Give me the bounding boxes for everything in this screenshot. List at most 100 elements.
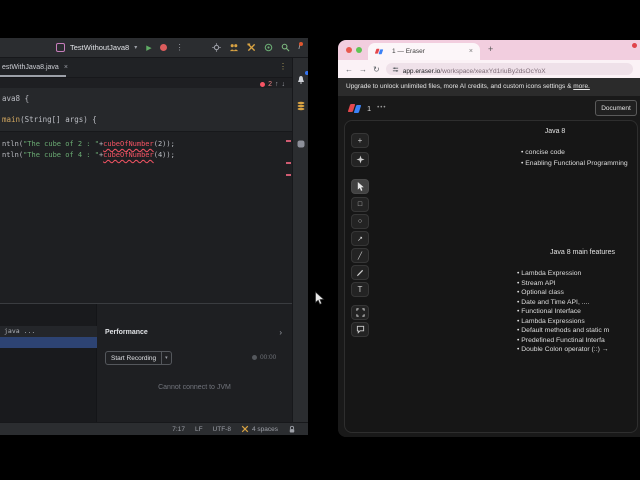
comment-bubble-icon [356, 325, 364, 334]
file-encoding[interactable]: UTF-8 [213, 426, 231, 433]
tab-close-icon[interactable]: × [64, 64, 68, 71]
canvas-bullet-list[interactable]: • concise code • Enabling Functional Pro… [521, 148, 628, 170]
sparkle-icon [355, 155, 365, 164]
text-tool-button[interactable]: T [351, 282, 369, 297]
list-item: • Default methods and static m [517, 327, 610, 334]
build-tools-icon[interactable] [247, 43, 256, 52]
select-tool-button[interactable] [351, 179, 369, 194]
plugin-icon[interactable] [264, 43, 273, 52]
forward-button[interactable]: → [359, 65, 367, 74]
right-toolwindow-stripe [292, 58, 308, 422]
eraser-header: 1 ••• Document [338, 96, 640, 120]
add-tool-button[interactable]: + [351, 133, 369, 148]
new-tab-button[interactable]: + [488, 44, 493, 54]
stop-button[interactable] [159, 44, 167, 51]
close-window-button[interactable] [346, 47, 352, 53]
screen: TestWithoutJava8 ▾ ▶ ⋮ i estWithJava8.ja… [0, 0, 640, 480]
pen-icon [356, 269, 363, 277]
ai-tool-button[interactable] [351, 152, 369, 167]
address-bar[interactable]: app.eraser.io/workspace/xeaxYd1riuBy2dsO… [385, 63, 633, 75]
settings-gear-icon[interactable] [212, 43, 222, 52]
run-config-selector[interactable]: TestWithoutJava8 [70, 43, 129, 52]
active-tab-indicator [0, 75, 66, 77]
list-item: • Date and Time API, .... [517, 298, 590, 306]
indent-widget[interactable]: 4 spaces [241, 425, 278, 433]
browser-toolbar: ← → ↻ app.eraser.io/workspace/xeaxYd1riu… [338, 60, 640, 78]
list-item: • concise code [521, 149, 565, 156]
comment-tool-button[interactable] [351, 322, 369, 337]
titlebar-icons: i [212, 42, 308, 52]
chevron-right-icon[interactable]: › [279, 329, 282, 337]
error-stripe-mark[interactable] [286, 162, 291, 164]
ellipse-tool-button[interactable]: ○ [351, 214, 369, 229]
line-tool-button[interactable]: ╱ [351, 248, 369, 263]
code-with-me-users-icon[interactable] [229, 43, 239, 52]
eraser-favicon [374, 48, 384, 55]
tab-close-icon[interactable]: × [469, 48, 473, 55]
zoom-window-button[interactable] [356, 47, 362, 53]
file-menu-icon[interactable]: ••• [377, 105, 386, 111]
more-link[interactable]: more. [573, 83, 590, 90]
tab-label: estWithJava8.java [2, 64, 59, 71]
ide-titlebar: TestWithoutJava8 ▾ ▶ ⋮ i [0, 38, 308, 58]
inspections-widget[interactable]: 2 ↑ ↓ [260, 81, 285, 88]
browser-tab-strip: 1 — Eraser × + [338, 40, 640, 60]
lock-icon[interactable] [288, 425, 296, 434]
browser-window: 1 — Eraser × + ← → ↻ app.eraser.io/works… [338, 40, 640, 437]
error-dot-icon [260, 82, 266, 87]
whiteboard-canvas[interactable]: + □ ○ ↗ ╱ T Java 8 • concise code • Enab… [344, 120, 638, 433]
selected-process-row[interactable] [0, 337, 97, 348]
jvm-status-message: Cannot connect to JVM [158, 384, 231, 391]
arrow-tool-button[interactable]: ↗ [351, 231, 369, 246]
database-icon[interactable] [296, 98, 306, 116]
url-path: /workspace/xeaxYd1riuBy2dsOcYoX [440, 68, 546, 75]
error-stripe-mark[interactable] [286, 174, 291, 176]
profile-icon[interactable]: i [298, 42, 303, 51]
reload-button[interactable]: ↻ [373, 65, 380, 74]
recording-dropdown-icon[interactable]: ▾ [161, 352, 171, 364]
tab-options-icon[interactable]: ⋮ [279, 62, 287, 71]
file-name[interactable]: 1 [367, 104, 371, 113]
rectangle-tool-button[interactable]: □ [351, 197, 369, 212]
error-stripe-mark[interactable] [286, 140, 291, 142]
canvas-title[interactable]: Java 8 [495, 128, 615, 135]
caret-position[interactable]: 7:17 [172, 426, 185, 433]
prev-error-icon[interactable]: ↑ [275, 81, 279, 88]
ai-assistant-icon[interactable] [296, 136, 306, 154]
list-item: • Lambda Expression [517, 270, 582, 277]
recording-timer: 00:00 [252, 354, 276, 361]
intellij-window: TestWithoutJava8 ▾ ▶ ⋮ i estWithJava8.ja… [0, 38, 308, 435]
run-button[interactable]: ▶ [146, 44, 151, 52]
pen-tool-button[interactable] [351, 265, 369, 280]
list-item: • Functional Interface [517, 308, 581, 315]
document-button[interactable]: Document [595, 100, 637, 116]
eraser-logo [347, 103, 362, 113]
list-item: • Predefined Functinal Interfa [517, 336, 605, 344]
cursor-icon [357, 182, 364, 191]
tab-title: 1 — Eraser [392, 48, 425, 55]
notification-dot [305, 71, 308, 75]
canvas-title[interactable]: Java 8 main features [525, 249, 637, 256]
start-recording-button[interactable]: Start Recording ▾ [105, 351, 172, 365]
back-button[interactable]: ← [345, 65, 353, 74]
url-host: app.eraser.io [402, 68, 441, 75]
frame-tool-button[interactable] [351, 305, 369, 320]
browser-tab-eraser[interactable]: 1 — Eraser × [368, 43, 480, 60]
eraser-app: 1 ••• Document + □ ○ ↗ ╱ T Java 8 • conc… [338, 96, 640, 437]
site-settings-icon[interactable] [392, 66, 399, 73]
more-run-actions-icon[interactable]: ⋮ [176, 43, 184, 52]
notification-dot [299, 42, 303, 46]
frame-icon [355, 308, 365, 317]
process-item[interactable]: java ... [0, 326, 97, 337]
text-icon: T [357, 285, 363, 294]
chevron-down-icon: ▾ [134, 45, 138, 51]
next-error-icon[interactable]: ↓ [282, 81, 286, 88]
line-separator[interactable]: LF [195, 426, 203, 433]
arrow-icon: ↗ [357, 235, 363, 243]
error-count: 2 [268, 81, 272, 88]
code-line: ntln("The cube of 4 : "+cubeOfNumber(4))… [2, 151, 175, 159]
notifications-bell-icon[interactable] [296, 71, 308, 90]
search-icon[interactable] [281, 43, 290, 52]
canvas-bullet-list[interactable]: • Lambda Expression • Stream API • Optio… [517, 269, 609, 355]
code-editor[interactable]: 2 ↑ ↓ ava8 { main(String[] args) { ntln(… [0, 78, 292, 303]
